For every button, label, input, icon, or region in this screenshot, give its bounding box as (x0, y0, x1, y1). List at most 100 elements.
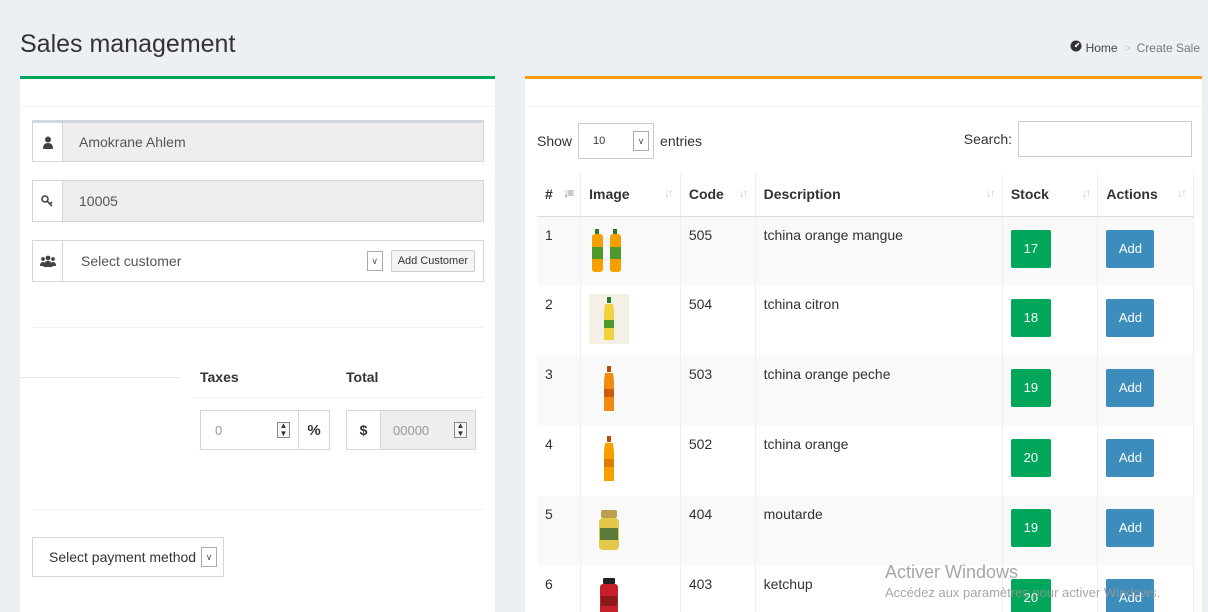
sale-code-field: 10005 (32, 180, 484, 222)
product-description: tchina orange mangue (755, 216, 1003, 286)
product-image (589, 364, 629, 414)
stock-badge: 19 (1010, 509, 1051, 547)
breadcrumb-home[interactable]: Home (1070, 40, 1118, 55)
row-number: 6 (537, 566, 582, 612)
sort-icon[interactable]: ↓↑ (664, 186, 674, 200)
add-product-button[interactable]: Add (1106, 299, 1155, 337)
payment-method-label: Select payment method (49, 549, 197, 565)
product-description: tchina orange (755, 426, 1003, 496)
product-image (589, 294, 630, 344)
stock-badge: 17 (1010, 229, 1051, 268)
section-divider (32, 327, 484, 328)
dashboard-icon (1070, 40, 1082, 55)
breadcrumb-home-label: Home (1085, 40, 1118, 55)
sort-asc-icon[interactable]: ↓≡ (563, 186, 574, 200)
column-header-image[interactable]: Image ↓↑ (580, 172, 681, 217)
search-input[interactable] (1018, 121, 1192, 157)
seller-field: Amokrane Ahlem (32, 120, 484, 162)
add-customer-button[interactable]: Add Customer (390, 250, 475, 272)
stock-badge: 20 (1010, 439, 1051, 477)
customer-select[interactable]: Select customer (81, 253, 181, 269)
breadcrumb-separator: > (1123, 40, 1131, 55)
sort-icon[interactable]: ↓↑ (1177, 186, 1187, 200)
product-description: moutarde (755, 496, 1003, 566)
currency-addon: $ (347, 411, 381, 449)
product-description: tchina orange peche (755, 356, 1003, 426)
product-image (589, 504, 629, 554)
add-product-button[interactable]: Add (1106, 439, 1155, 477)
users-icon (33, 241, 63, 281)
search-label: Search: (963, 131, 1012, 147)
product-image (589, 434, 629, 484)
entries-label: entries (660, 133, 703, 149)
page-title: Sales management (20, 30, 236, 58)
taxes-label: Taxes (200, 369, 239, 385)
sale-code-input[interactable]: 10005 (63, 181, 483, 221)
taxes-field: 0 ▲ ▼ % (200, 410, 330, 450)
customer-field: Select customer ∨ Add Customer (32, 240, 484, 282)
chevron-down-icon[interactable]: ∨ (633, 131, 650, 151)
row-number: 5 (537, 496, 582, 566)
sort-icon[interactable]: ↓↑ (986, 186, 996, 200)
breadcrumb: Home > Create Sale (1070, 40, 1200, 55)
section-divider (32, 509, 484, 510)
seller-input[interactable]: Amokrane Ahlem (63, 123, 483, 161)
total-label: Total (346, 369, 379, 385)
add-product-button[interactable]: Add (1106, 369, 1155, 407)
product-image (589, 225, 629, 275)
stock-badge: 20 (1010, 579, 1051, 612)
products-table: # ↓≡ Image ↓↑ Code ↓↑ Description ↓↑ Stock ↓↑… (537, 172, 1194, 612)
column-header-number[interactable]: # ↓≡ (537, 172, 582, 217)
entries-length: Show 10 ∨ entries (537, 123, 702, 159)
table-row: 4 502 tchina orange 20 Add (537, 426, 1194, 496)
column-header-actions[interactable]: Actions ↓↑ (1097, 172, 1194, 217)
table-row: 3 503 tchina orange peche 19 Add (537, 356, 1194, 426)
taxes-input[interactable]: 0 (215, 423, 222, 438)
column-header-stock[interactable]: Stock ↓↑ (1002, 172, 1099, 217)
box-header (525, 79, 1202, 107)
column-header-description[interactable]: Description ↓↑ (755, 172, 1003, 217)
entries-select[interactable]: 10 ∨ (578, 123, 655, 159)
total-field: $ 00000 ▲ ▼ (346, 410, 476, 450)
chevron-down-icon[interactable]: ∨ (366, 251, 383, 271)
product-code: 403 (680, 566, 756, 612)
row-number: 1 (537, 216, 582, 286)
add-product-button[interactable]: Add (1106, 579, 1155, 612)
row-number: 4 (537, 426, 582, 496)
spinner-icon[interactable]: ▲ ▼ (454, 422, 467, 438)
sort-icon[interactable]: ↓↑ (1081, 186, 1091, 200)
total-input-wrap: 00000 ▲ ▼ (381, 411, 475, 449)
percent-addon: % (307, 421, 321, 439)
taxes-input-wrap: 0 ▲ ▼ (201, 411, 299, 449)
add-product-button[interactable]: Add (1106, 229, 1155, 268)
show-label: Show (537, 133, 573, 149)
total-input[interactable]: 00000 (393, 423, 429, 438)
spinner-icon[interactable]: ▲ ▼ (277, 422, 290, 438)
row-number: 3 (537, 356, 582, 426)
row-number: 2 (537, 286, 582, 356)
product-code: 504 (680, 286, 756, 356)
products-box: Show 10 ∨ entries Search: # ↓≡ Image ↓↑ Co… (525, 76, 1202, 612)
key-icon (33, 181, 63, 221)
table-search: Search: (964, 121, 1192, 157)
product-code: 505 (680, 216, 756, 286)
table-row: 6 403 ketchup 20 Add (537, 566, 1194, 612)
sort-icon[interactable]: ↓↑ (739, 186, 749, 200)
table-row: 2 504 tchina citron 18 Add (537, 286, 1194, 356)
stock-badge: 18 (1010, 299, 1051, 337)
chevron-down-icon[interactable]: ∨ (201, 547, 217, 567)
user-icon (33, 123, 63, 161)
product-code: 502 (680, 426, 756, 496)
column-header-code[interactable]: Code ↓↑ (680, 172, 756, 217)
add-product-button[interactable]: Add (1106, 509, 1155, 547)
product-code: 404 (680, 496, 756, 566)
payment-method-select[interactable]: Select payment method ∨ (32, 537, 224, 577)
table-header-row: # ↓≡ Image ↓↑ Code ↓↑ Description ↓↑ Stock ↓↑… (537, 172, 1194, 217)
breadcrumb-current: Create Sale (1136, 40, 1200, 55)
product-image (589, 574, 629, 612)
product-code: 503 (680, 356, 756, 426)
section-divider (192, 397, 484, 398)
table-row: 5 404 moutarde 19 Add (537, 496, 1194, 566)
customer-select-wrap: Select customer ∨ Add Customer (63, 241, 483, 281)
table-row: 1 505 tchina orange mangue 17 Add (537, 216, 1194, 286)
